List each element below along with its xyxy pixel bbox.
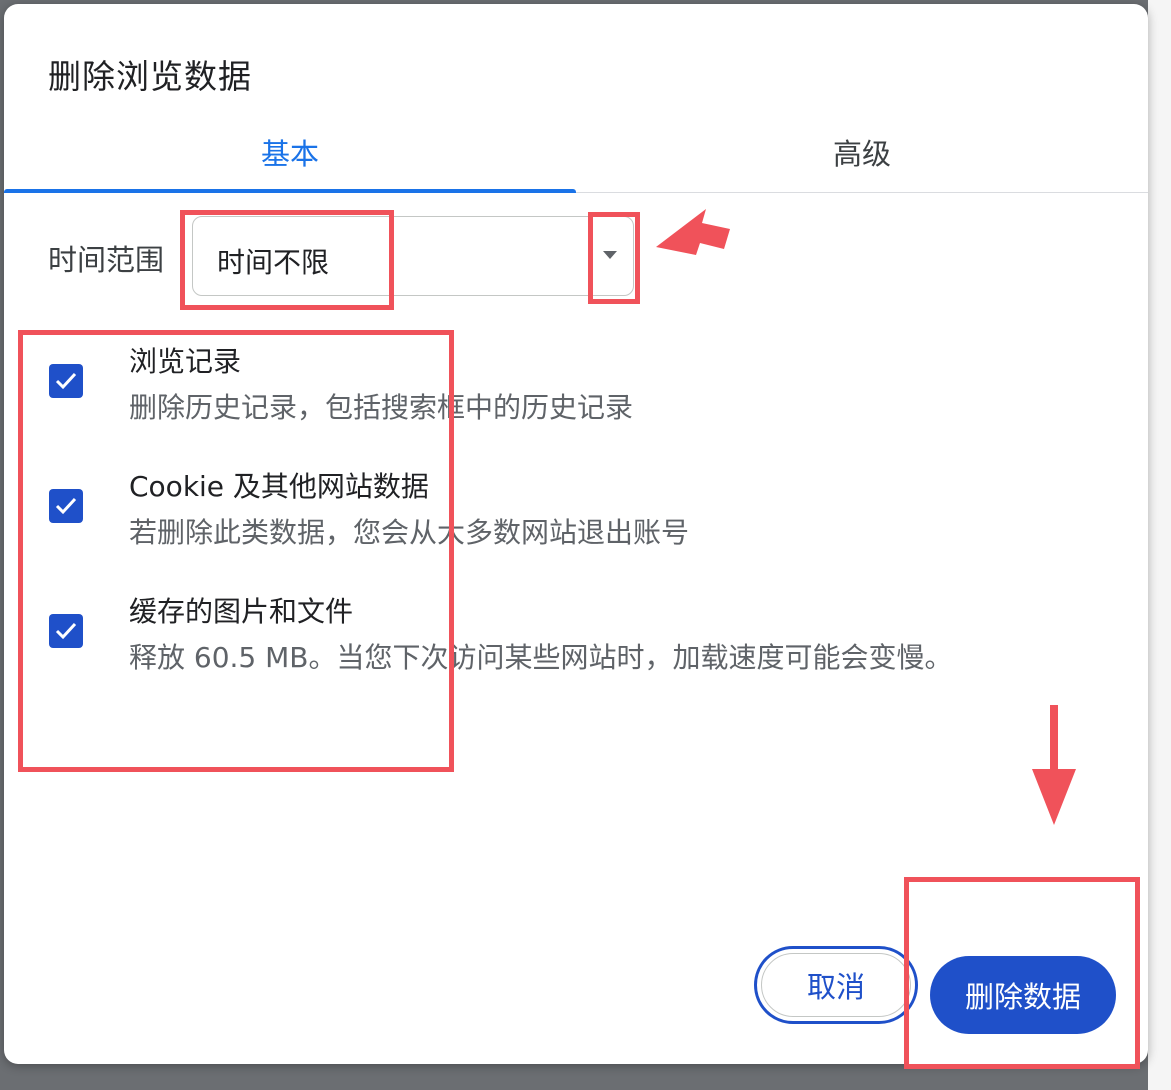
cache-checkbox[interactable] <box>49 614 83 648</box>
tab-bar: 基本 高级 <box>4 112 1148 193</box>
cancel-button-label: 取消 <box>806 970 865 1004</box>
tab-basic[interactable]: 基本 <box>4 112 576 192</box>
option-cookies: Cookie 及其他网站数据 若删除此类数据，您会从大多数网站退出账号 <box>48 465 1108 565</box>
tab-advanced-label: 高级 <box>832 137 891 171</box>
delete-data-button[interactable]: 删除数据 <box>930 956 1116 1034</box>
option-description: 删除历史记录，包括搜索框中的历史记录 <box>129 391 634 424</box>
delete-data-button-label: 删除数据 <box>964 980 1081 1014</box>
option-description: 释放 60.5 MB。当您下次访问某些网站时，加载速度可能会变慢。 <box>129 641 953 674</box>
cancel-button[interactable]: 取消 <box>754 946 918 1024</box>
time-range-select[interactable]: 时间不限 <box>192 216 634 296</box>
option-cache: 缓存的图片和文件 释放 60.5 MB。当您下次访问某些网站时，加载速度可能会变… <box>48 590 1108 690</box>
browsing-history-checkbox[interactable] <box>49 364 83 398</box>
clear-browsing-data-dialog: 删除浏览数据 基本 高级 时间范围 时间不限 浏览记录 删除历史记录，包括搜索框… <box>4 4 1148 1064</box>
option-title: Cookie 及其他网站数据 <box>129 470 429 503</box>
option-browsing-history: 浏览记录 删除历史记录，包括搜索框中的历史记录 <box>48 340 1108 440</box>
checkmark-icon <box>55 372 77 390</box>
dialog-title: 删除浏览数据 <box>48 57 252 96</box>
triangle-down-icon <box>603 251 617 259</box>
option-title: 浏览记录 <box>129 345 242 378</box>
checkmark-icon <box>55 622 77 640</box>
option-description: 若删除此类数据，您会从大多数网站退出账号 <box>129 516 690 549</box>
active-tab-indicator <box>4 189 576 193</box>
cookies-checkbox[interactable] <box>49 489 83 523</box>
option-title: 缓存的图片和文件 <box>129 595 354 628</box>
time-range-label: 时间范围 <box>48 243 165 277</box>
background-page-edge <box>1148 0 1171 1090</box>
time-range-value: 时间不限 <box>217 246 330 279</box>
tab-advanced[interactable]: 高级 <box>576 112 1148 192</box>
tab-basic-label: 基本 <box>260 137 319 171</box>
checkmark-icon <box>55 497 77 515</box>
